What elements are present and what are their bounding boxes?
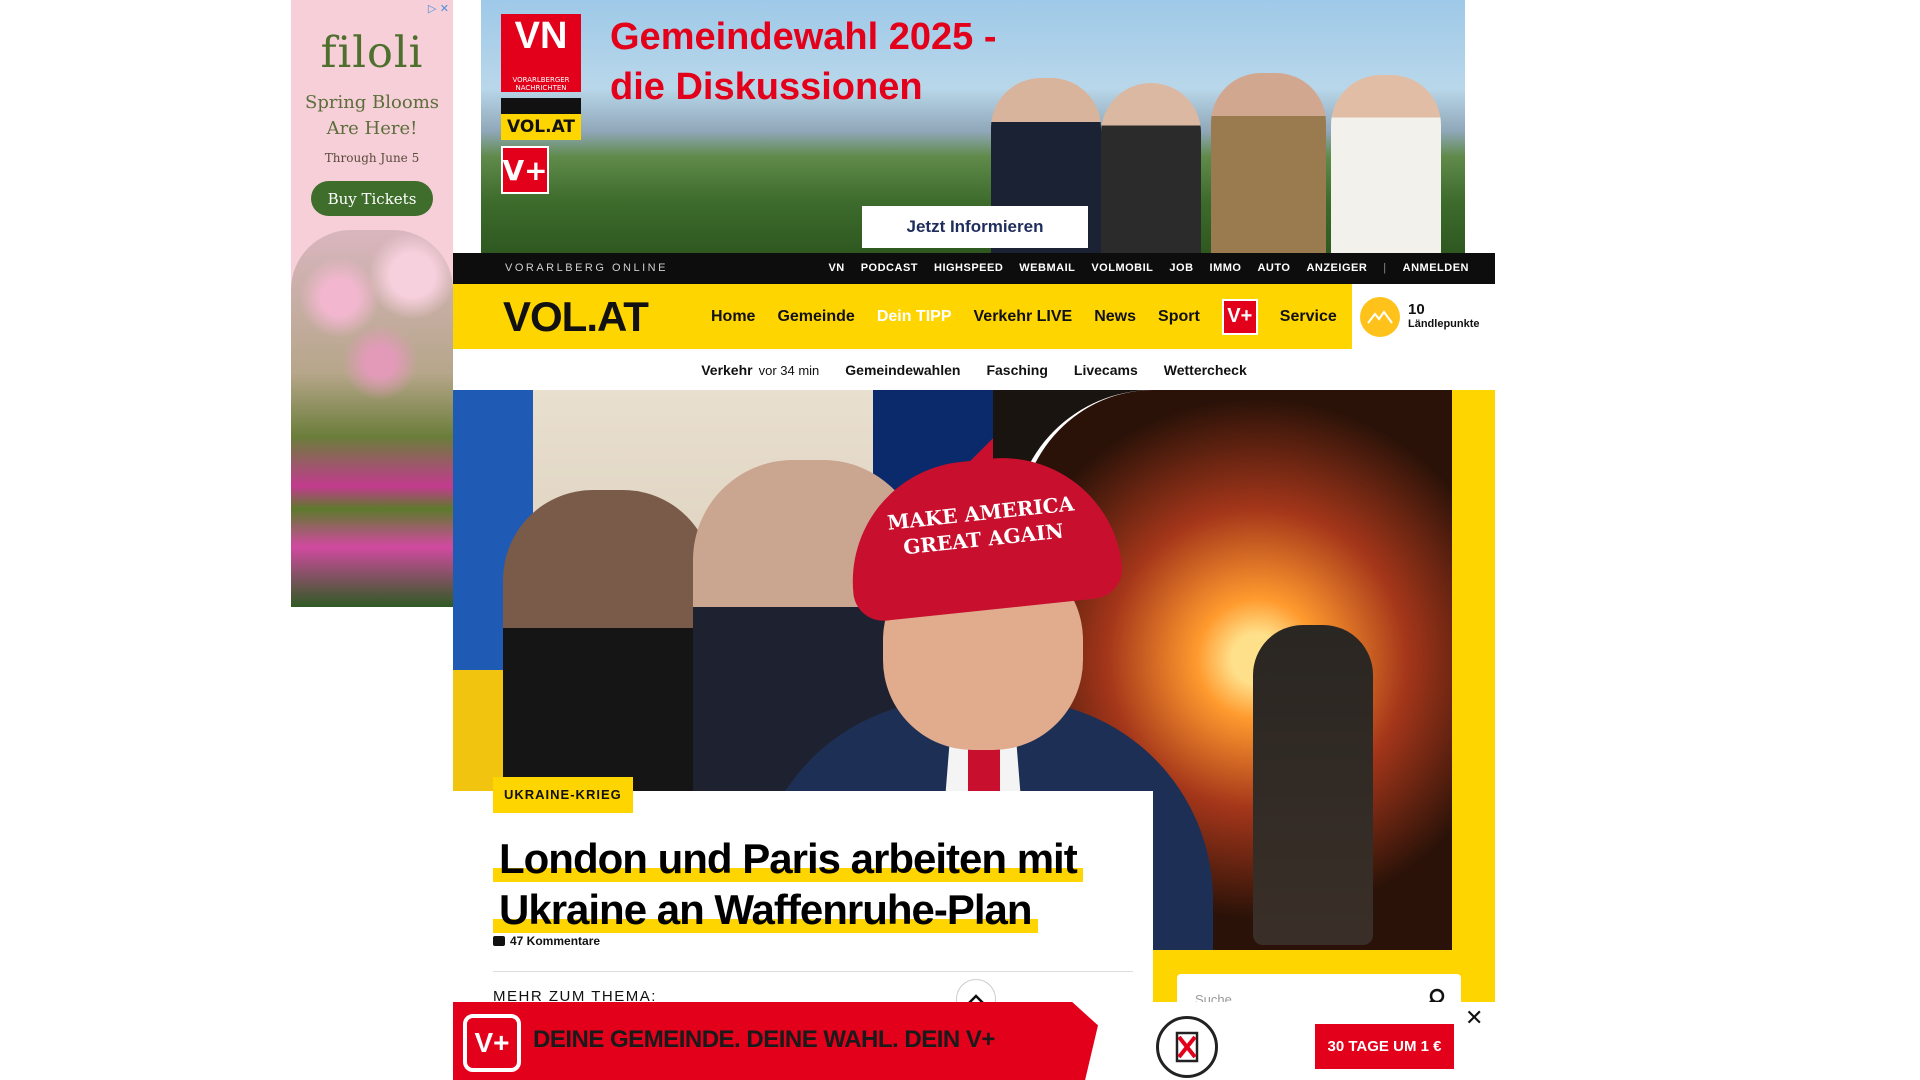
utility-link-immo[interactable]: IMMO (1210, 253, 1242, 284)
ad-headline-line1: Spring Blooms (304, 92, 439, 113)
ad-headline: Spring Blooms Are Here! (291, 90, 453, 142)
utility-link-anzeiger[interactable]: ANZEIGER (1306, 253, 1367, 284)
headline-line1: London und Paris arbeiten mit (493, 835, 1083, 882)
utility-link-volmobil[interactable]: VOLMOBIL (1091, 253, 1153, 284)
main-nav: VOL.AT Home Gemeinde Dein TIPP Verkehr L… (453, 284, 1495, 349)
red-cap: MAKE AMERICA GREAT AGAIN (840, 446, 1126, 624)
sticky-bottom-ad[interactable]: V+ DEINE GEMEINDE. DEINE WAHL. DEIN V+ 3… (453, 1002, 1495, 1080)
nav-item-sport[interactable]: Sport (1158, 308, 1200, 326)
laendlepunkte-widget[interactable]: 10 Ländlepunkte (1352, 284, 1495, 349)
utility-link-webmail[interactable]: WEBMAIL (1019, 253, 1075, 284)
vplus-badge: V+ (501, 146, 549, 194)
nav-item-dein-tipp[interactable]: Dein TIPP (877, 308, 952, 326)
ad-headline-line2: Are Here! (326, 118, 418, 139)
nav-item-gemeinde[interactable]: Gemeinde (777, 308, 854, 326)
mountain-sun-icon (1360, 296, 1400, 337)
subnav-livecams[interactable]: Livecams (1074, 362, 1138, 378)
nav-item-home[interactable]: Home (711, 308, 755, 326)
points-label: Ländlepunkte (1408, 317, 1480, 330)
points-text: 10 Ländlepunkte (1408, 302, 1480, 332)
hero-headline[interactable]: London und Paris arbeiten mit Ukraine an… (493, 833, 1133, 935)
hero-section: MAKE AMERICA GREAT AGAIN UKRAINE-KRIEG L… (453, 390, 1495, 1080)
trial-offer-button[interactable]: 30 TAGE UM 1 € (1315, 1024, 1454, 1069)
utility-link-auto[interactable]: AUTO (1257, 253, 1290, 284)
comment-icon (493, 936, 505, 946)
person-figure (1101, 83, 1201, 253)
vorarlberg-online-brand[interactable]: VORARLBERG ONLINE (505, 253, 668, 284)
person-figure (1211, 73, 1326, 253)
top-banner-ad[interactable]: VN VORARLBERGER NACHRICHTEN VOL.AT V+ Ge… (481, 0, 1465, 253)
adchoices-icon[interactable]: ▷ ✕ (428, 2, 449, 15)
subnav-gemeindewahlen[interactable]: Gemeindewahlen (845, 362, 960, 378)
vol-logo-badge: VOL.AT (501, 98, 581, 140)
banner-title-line2: die Diskussionen (610, 66, 923, 108)
utility-link-job[interactable]: JOB (1169, 253, 1193, 284)
category-tag[interactable]: UKRAINE-KRIEG (493, 777, 633, 813)
utility-link-vn[interactable]: VN (828, 253, 844, 284)
nav-item-news[interactable]: News (1094, 308, 1136, 326)
utility-link-podcast[interactable]: PODCAST (861, 253, 918, 284)
login-link[interactable]: ANMELDEN (1403, 253, 1469, 284)
nav-item-service[interactable]: Service (1280, 308, 1337, 326)
banner-title: Gemeindewahl 2025 - die Diskussionen (610, 12, 997, 112)
vn-logo-subtitle: VORARLBERGER NACHRICHTEN (501, 76, 581, 92)
vol-logo-text: VOL.AT (501, 114, 581, 140)
person-figure (1331, 75, 1441, 253)
subnav-verkehr[interactable]: Verkehr vor 34 min (701, 362, 819, 378)
comments-link[interactable]: 47 Kommentare (493, 934, 600, 948)
ad-subtext: Through June 5 (324, 151, 420, 165)
hero-firefighter (1253, 625, 1373, 945)
nav-vplus-button[interactable]: V+ (1221, 298, 1258, 335)
subnav-fasching[interactable]: Fasching (986, 362, 1047, 378)
vplus-logo: V+ (463, 1014, 521, 1072)
subnav-verkehr-label: Verkehr (701, 361, 753, 378)
comments-count: 47 Kommentare (510, 934, 601, 948)
top-utility-nav: VORARLBERG ONLINE VN PODCAST HIGHSPEED W… (453, 253, 1495, 284)
close-icon[interactable]: ✕ (1465, 1006, 1483, 1031)
ad-brand: filoli (320, 28, 424, 78)
points-value: 10 (1408, 300, 1425, 318)
vn-logo: VN (501, 14, 581, 76)
utility-separator: | (1383, 262, 1387, 274)
buy-tickets-button[interactable]: Buy Tickets (311, 181, 433, 216)
nav-item-verkehr-live[interactable]: Verkehr LIVE (974, 308, 1073, 326)
banner-title-line1: Gemeindewahl 2025 - (610, 16, 997, 58)
ballot-icon (1156, 1016, 1218, 1078)
main-menu: Home Gemeinde Dein TIPP Verkehr LIVE New… (711, 284, 1337, 349)
subnav-wettercheck[interactable]: Wettercheck (1164, 362, 1247, 378)
ad-slogan: DEINE GEMEINDE. DEINE WAHL. DEIN V+ (533, 1026, 995, 1053)
side-ad-filoli[interactable]: ▷ ✕ filoli Spring Blooms Are Here! Throu… (291, 0, 453, 607)
site-logo[interactable]: VOL.AT (503, 292, 649, 342)
utility-links: VN PODCAST HIGHSPEED WEBMAIL VOLMOBIL JO… (828, 253, 1469, 284)
jetzt-informieren-button[interactable]: Jetzt Informieren (862, 206, 1088, 248)
utility-link-highspeed[interactable]: HIGHSPEED (934, 253, 1003, 284)
ad-garden-image (291, 230, 453, 607)
divider (493, 971, 1133, 972)
headline-line2: Ukraine an Waffenruhe-Plan (493, 886, 1038, 933)
sub-nav: Verkehr vor 34 min Gemeindewahlen Faschin… (453, 349, 1495, 390)
subnav-verkehr-time: vor 34 min (758, 362, 820, 378)
